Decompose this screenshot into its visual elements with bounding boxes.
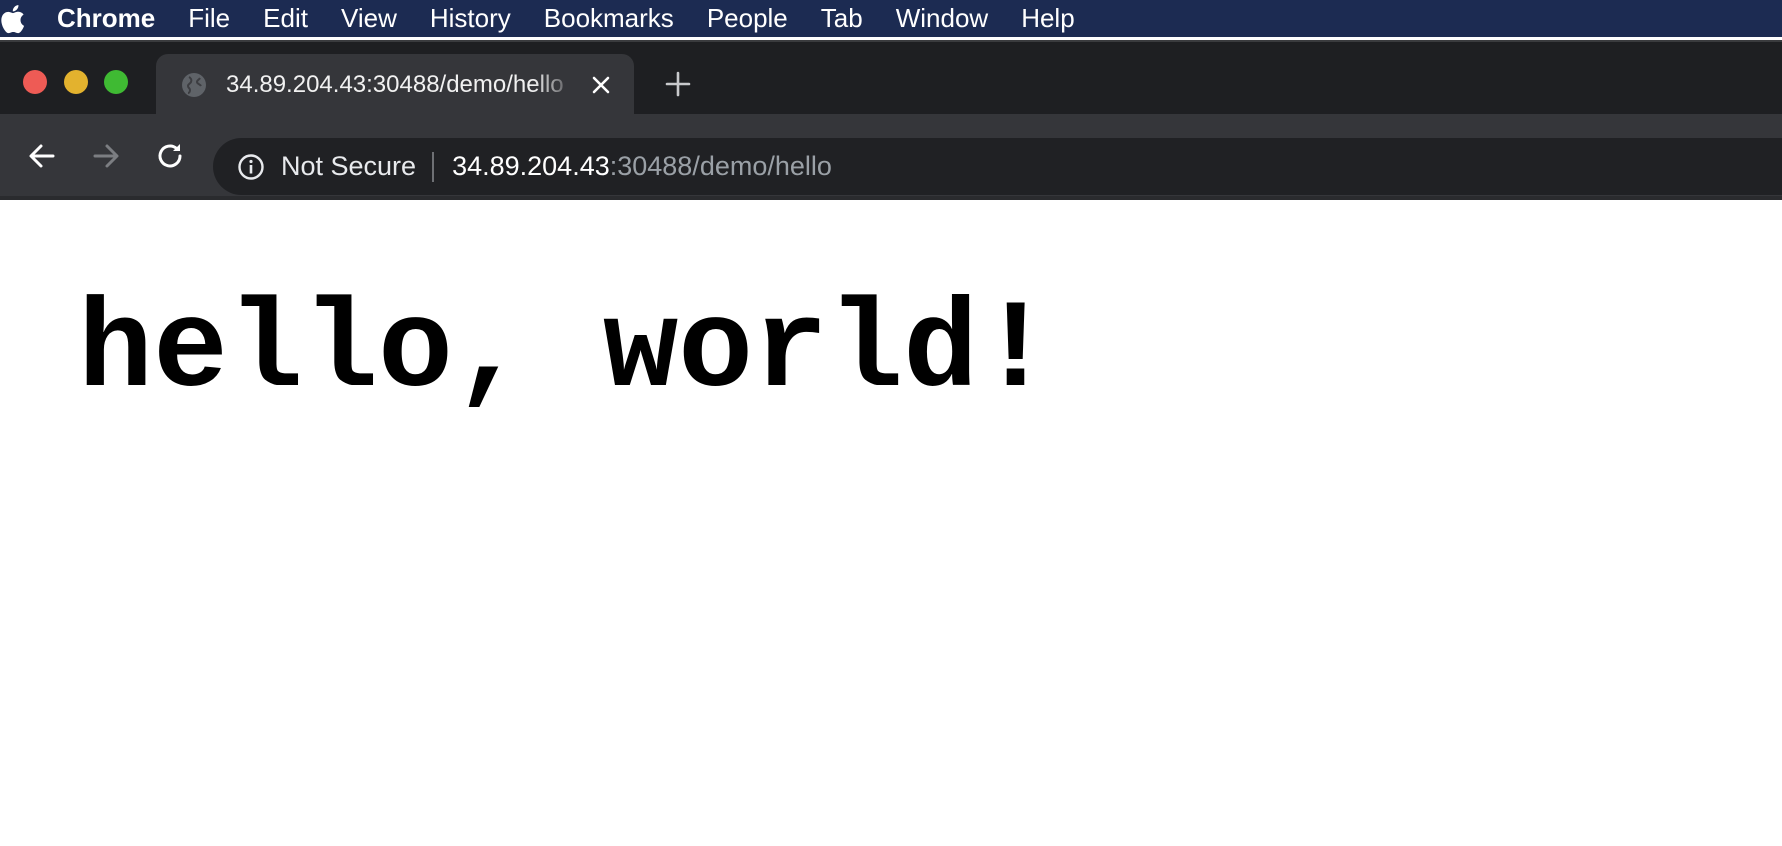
tab-strip: 34.89.204.43:30488/demo/hello (0, 40, 1782, 116)
window-minimize-button[interactable] (64, 70, 88, 94)
menu-bookmarks[interactable]: Bookmarks (544, 3, 674, 34)
page-text: hello, world! (78, 281, 1054, 423)
window-zoom-button[interactable] (104, 70, 128, 94)
arrow-left-icon[interactable] (26, 140, 58, 172)
reload-icon[interactable] (154, 140, 186, 172)
menu-view[interactable]: View (341, 3, 397, 34)
plus-icon[interactable] (664, 70, 692, 98)
url-host: 34.89.204.43 (452, 151, 610, 181)
divider (432, 151, 435, 182)
menu-chrome[interactable]: Chrome (57, 3, 155, 34)
window-close-button[interactable] (23, 70, 47, 94)
browser-toolbar: Not Secure 34.89.204.43:30488/demo/hello (0, 114, 1782, 200)
menu-help[interactable]: Help (1021, 3, 1074, 34)
page-content: hello, world! (0, 204, 1782, 846)
address-bar[interactable]: Not Secure 34.89.204.43:30488/demo/hello (213, 138, 1782, 195)
info-icon[interactable] (237, 153, 265, 181)
close-icon[interactable] (590, 74, 612, 96)
menu-tab[interactable]: Tab (821, 3, 863, 34)
menu-history[interactable]: History (430, 3, 511, 34)
arrow-right-icon[interactable] (90, 140, 122, 172)
browser-tab-active[interactable]: 34.89.204.43:30488/demo/hello (156, 54, 634, 116)
menu-file[interactable]: File (188, 3, 230, 34)
security-status-label[interactable]: Not Secure (281, 151, 416, 182)
macos-menu-bar: Chrome File Edit View History Bookmarks … (0, 0, 1782, 37)
menu-window[interactable]: Window (896, 3, 988, 34)
tab-title: 34.89.204.43:30488/demo/hello (226, 71, 564, 98)
menu-edit[interactable]: Edit (263, 3, 308, 34)
apple-logo-icon[interactable] (0, 0, 30, 37)
url-path: :30488/demo/hello (609, 151, 832, 181)
menu-people[interactable]: People (707, 3, 788, 34)
globe-icon (180, 71, 208, 99)
